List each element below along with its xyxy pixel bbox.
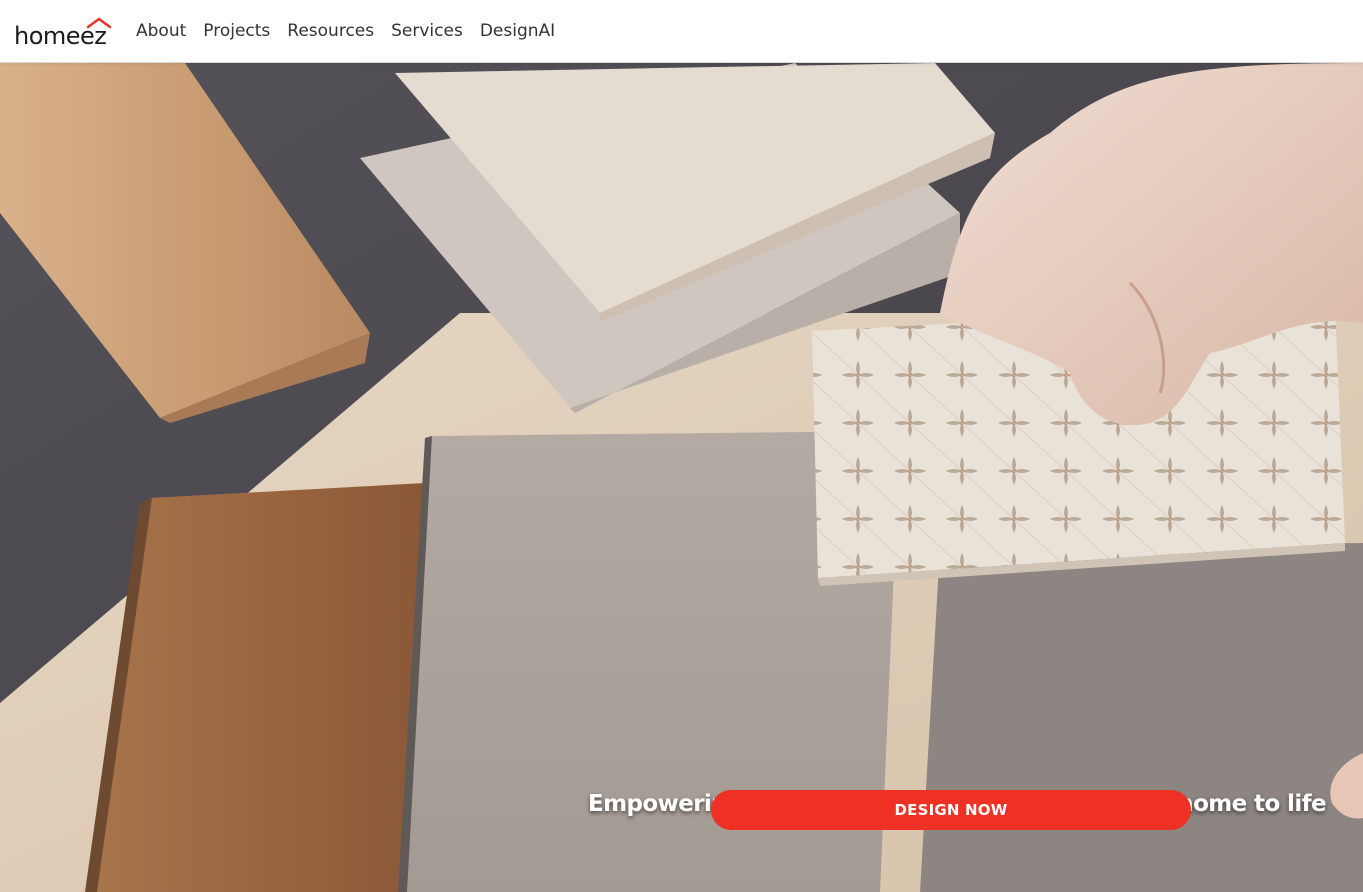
hero-section: Empowering homeowners to bring their dre… xyxy=(0,63,1363,892)
hero-background-image xyxy=(0,63,1363,892)
nav-item-designai[interactable]: DesignAI xyxy=(480,21,555,41)
design-now-button[interactable]: DESIGN NOW xyxy=(711,790,1191,830)
main-nav: About Projects Resources Services Design… xyxy=(136,21,572,41)
nav-item-resources[interactable]: Resources xyxy=(287,21,374,41)
nav-item-about[interactable]: About xyxy=(136,21,186,41)
homeez-logo[interactable]: homeez xyxy=(14,11,114,51)
nav-item-services[interactable]: Services xyxy=(391,21,463,41)
nav-item-projects[interactable]: Projects xyxy=(203,21,270,41)
site-header: homeez About Projects Resources Services… xyxy=(0,0,1363,63)
house-roof-icon xyxy=(86,17,112,29)
